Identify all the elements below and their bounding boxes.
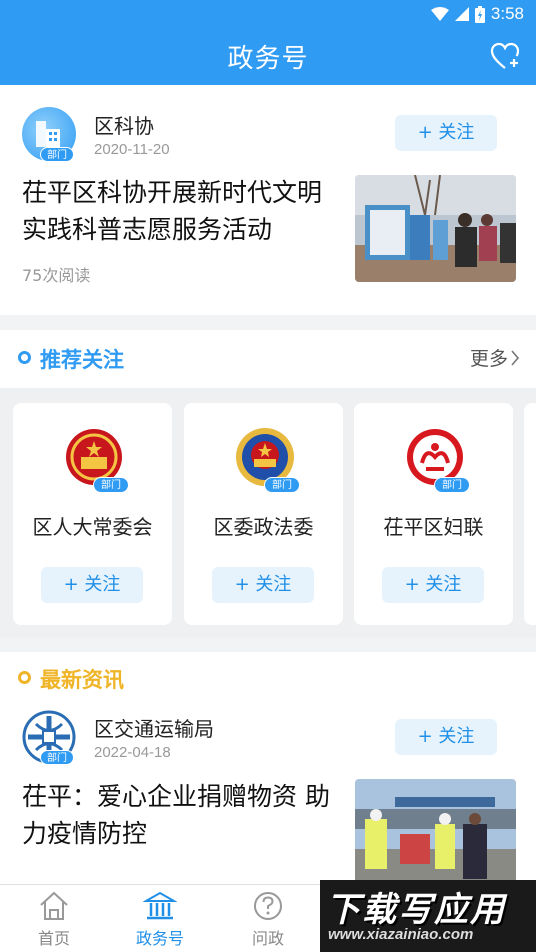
status-bar: 3:58 [0, 0, 536, 28]
headline-line: 茌平：爱心企业捐赠物资 助 [22, 782, 330, 811]
featured-article-card[interactable]: 部门 区科协 2020-11-20 + 关注 茌平区科协开展新时代文明 实践科普… [0, 85, 536, 315]
page-title: 政务号 [227, 44, 309, 74]
post-date: 2022-04-18 [94, 744, 171, 761]
section-dot-icon [18, 351, 31, 364]
section-title: 推荐关注 [40, 348, 124, 372]
more-link[interactable]: 更多 [470, 344, 520, 371]
wifi-icon [430, 7, 449, 21]
watermark-text: 下载写应用 [326, 890, 506, 930]
read-count: 75次阅读 [22, 266, 91, 285]
chevron-right-icon [511, 349, 520, 366]
recommend-name: 茌平区妇联 [383, 515, 484, 539]
article-thumbnail[interactable] [355, 175, 516, 282]
department-badge: 部门 [93, 477, 129, 493]
article-thumbnail[interactable] [355, 779, 516, 884]
department-badge: 部门 [434, 477, 470, 493]
watermark-url: www.xiazainiao.com [328, 926, 474, 943]
article-headline[interactable]: 茌平：爱心企业捐赠物资 助 力疫情防控 [22, 778, 347, 852]
watermark-logo: 下载写应用 www.xiazainiao.com [320, 880, 536, 952]
section-title: 最新资讯 [40, 668, 124, 692]
emblem-political-legal-icon: 部门 [234, 427, 300, 493]
app-header: 3:58 政务号 [0, 0, 536, 85]
headline-line: 茌平区科协开展新时代文明 [22, 178, 323, 207]
recommend-card[interactable]: 部门 茌平区妇联 + 关注 [354, 403, 513, 625]
recommend-list: 部门 区人大常委会 + 关注 部门 区委政法委 + 关注 部门 茌平区妇联 + … [0, 388, 536, 638]
home-icon [40, 891, 68, 920]
recommend-card[interactable]: 部门 区委政法委 + 关注 [184, 403, 343, 625]
recommend-name: 区人大常委会 [32, 515, 153, 539]
follow-button[interactable]: + 关注 [212, 567, 314, 603]
nav-label: 首页 [37, 929, 70, 948]
nav-label: 问政 [251, 929, 284, 948]
department-badge: 部门 [40, 147, 74, 162]
signal-icon [454, 7, 469, 21]
nav-label: 政务号 [135, 929, 184, 948]
status-time: 3:58 [490, 4, 524, 23]
account-avatar: 部门 [22, 107, 76, 162]
follow-heart-add-icon[interactable] [490, 42, 520, 72]
headline-line: 实践科普志愿服务活动 [22, 215, 273, 244]
recommend-card[interactable]: 部门 区人大常委会 + 关注 [13, 403, 172, 625]
follow-button[interactable]: + 关注 [41, 567, 143, 603]
account-name[interactable]: 区科协 [94, 110, 154, 139]
article-headline[interactable]: 茌平区科协开展新时代文明 实践科普志愿服务活动 [22, 174, 342, 248]
headline-line: 力疫情防控 [22, 819, 148, 848]
latest-news-section: 最新资讯 部门 区交通运输局 2022-04-18 + 关注 茌平：爱心企业捐赠… [0, 652, 536, 884]
recommend-section-header: 推荐关注 更多 [0, 330, 536, 388]
emblem-womens-federation-icon: 部门 [404, 427, 470, 493]
account-avatar: 部门 [22, 710, 76, 765]
nav-ask[interactable]: 问政 [228, 889, 308, 949]
department-badge: 部门 [264, 477, 300, 493]
recommend-name: 区委政法委 [213, 515, 314, 539]
question-icon [254, 892, 282, 920]
battery-icon [474, 5, 485, 23]
follow-button[interactable]: + 关注 [382, 567, 484, 603]
follow-button[interactable]: + 关注 [395, 115, 497, 151]
government-building-icon [143, 891, 177, 920]
follow-button[interactable]: + 关注 [395, 719, 497, 755]
post-date: 2020-11-20 [94, 141, 170, 158]
nav-gov-accounts[interactable]: 政务号 [120, 889, 200, 949]
recommend-card-partial[interactable] [524, 403, 536, 625]
section-dot-icon [18, 671, 31, 684]
emblem-npc-icon: 部门 [63, 427, 129, 493]
department-badge: 部门 [40, 750, 74, 765]
account-name[interactable]: 区交通运输局 [94, 713, 214, 742]
nav-home[interactable]: 首页 [14, 889, 94, 949]
more-label: 更多 [469, 348, 508, 370]
